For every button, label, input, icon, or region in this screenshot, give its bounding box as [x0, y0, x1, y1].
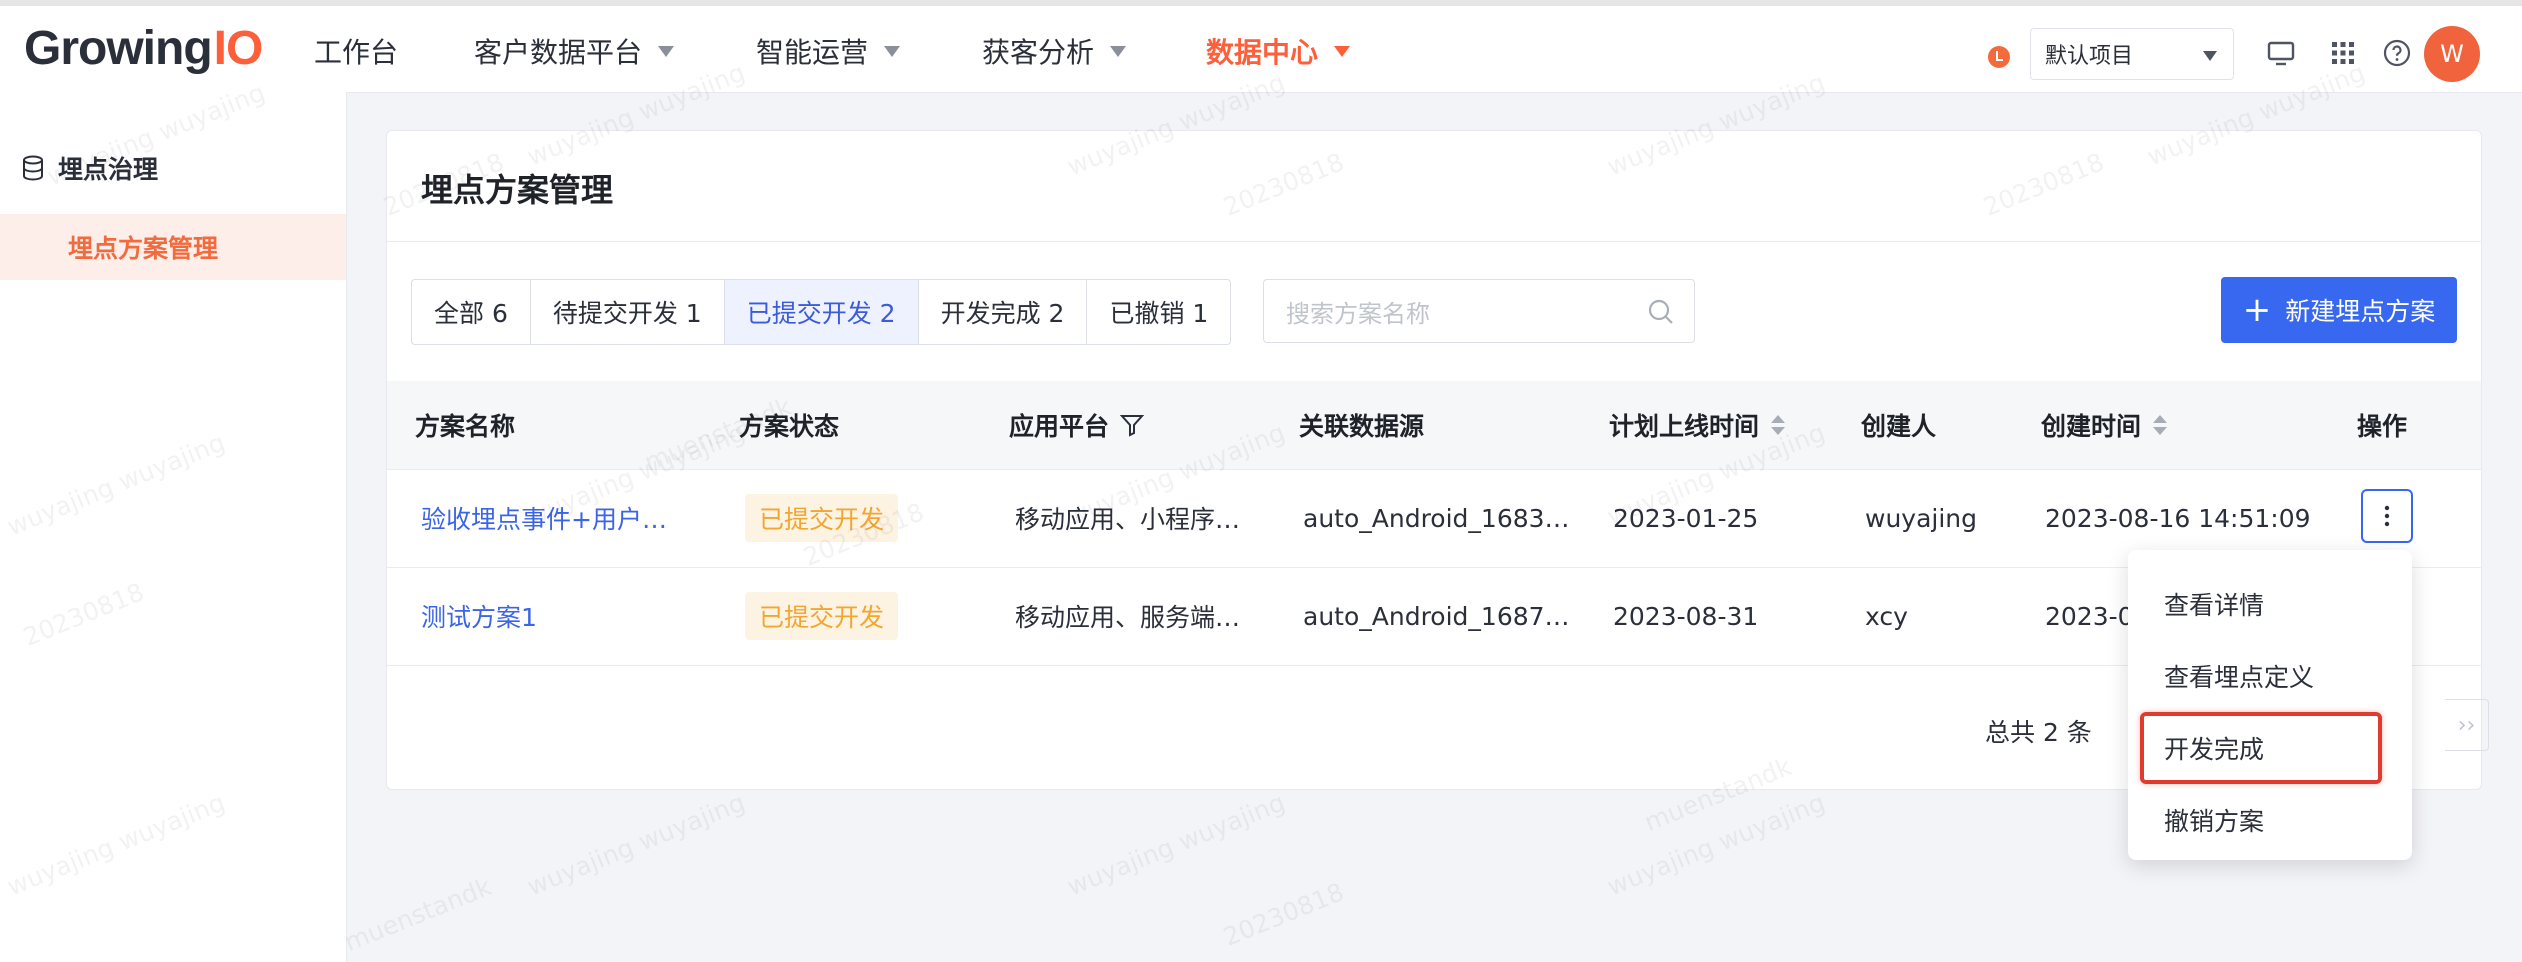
- avatar-letter: W: [2440, 40, 2464, 68]
- column-header-label: 方案状态: [739, 412, 840, 441]
- nav-item-acquisition[interactable]: 获客分析: [982, 28, 1127, 74]
- menu-item-view-definitions[interactable]: 查看埋点定义: [2128, 640, 2412, 712]
- column-header-source: 关联数据源: [1299, 381, 1424, 469]
- divider: [387, 241, 2481, 242]
- sort-icon[interactable]: [2153, 415, 2168, 435]
- project-select-value: 默认项目: [2045, 44, 2134, 69]
- status-cell: 已提交开发: [745, 469, 899, 567]
- tab-revoked[interactable]: 已撤销 1: [1087, 280, 1230, 344]
- column-header-label: 计划上线时间: [1609, 412, 1760, 441]
- column-header-status: 方案状态: [739, 381, 839, 469]
- caret-down-icon: [1334, 45, 1351, 57]
- column-header-label: 关联数据源: [1299, 412, 1425, 441]
- logo-accent-text: IO: [213, 21, 264, 75]
- nav-item-cdp[interactable]: 客户数据平台: [474, 28, 675, 74]
- new-plan-button-label: 新建埋点方案: [2285, 297, 2436, 326]
- creator-cell: xcy: [1865, 601, 1908, 631]
- watermark: wuyajing wuyajing: [1063, 787, 1289, 902]
- logo-text: Growing: [24, 21, 213, 75]
- plan-name-link[interactable]: 验收埋点事件+用户…: [421, 469, 667, 567]
- tab-all[interactable]: 全部 6: [412, 280, 531, 344]
- plan-name-link[interactable]: 测试方案1: [421, 567, 537, 665]
- caret-down-icon: [2203, 51, 2217, 61]
- project-status-icon: [1988, 46, 2010, 68]
- platform-cell: 移动应用、小程序…: [1015, 505, 1241, 534]
- chevron-right-icon: ››: [2457, 712, 2476, 738]
- total-count: 总共 2 条: [1985, 718, 2092, 747]
- monitor-icon[interactable]: [2266, 38, 2296, 68]
- nav-item-label: 获客分析: [982, 36, 1095, 69]
- pagination-next-button[interactable]: ››: [2445, 699, 2489, 751]
- column-header-label: 创建人: [1861, 412, 1937, 441]
- column-header-label: 操作: [2357, 412, 2408, 441]
- menu-item-view-details[interactable]: 查看详情: [2128, 568, 2412, 640]
- nav-item-label: 数据中心: [1206, 36, 1319, 69]
- top-nav-bar: Growing IO 工作台 客户数据平台 智能运营 获客分析 数据中心 默认项目…: [0, 0, 2522, 92]
- nav-item-workbench[interactable]: 工作台: [314, 28, 398, 74]
- action-dropdown-menu: 查看详情 查看埋点定义 开发完成 撤销方案: [2128, 550, 2412, 860]
- sidebar-item-plan-management[interactable]: 埋点方案管理: [0, 214, 346, 280]
- caret-down-icon: [1110, 45, 1127, 57]
- page-title: 埋点方案管理: [421, 171, 614, 209]
- status-cell: 已提交开发: [745, 567, 899, 665]
- growingio-logo[interactable]: Growing IO: [24, 21, 264, 75]
- more-actions-button[interactable]: [2361, 489, 2413, 543]
- column-header-name: 方案名称: [415, 381, 515, 469]
- nav-item-data-center[interactable]: 数据中心: [1206, 28, 1351, 74]
- caret-down-icon: [884, 45, 901, 57]
- sort-icon[interactable]: [1771, 415, 1786, 435]
- platform-cell: 移动应用、服务端…: [1015, 603, 1241, 632]
- watermark: wuyajing wuyajing: [1603, 787, 1829, 902]
- column-header-label: 创建时间: [2041, 412, 2142, 441]
- source-cell: auto_Android_1687…: [1303, 601, 1570, 631]
- column-header-plan-date[interactable]: 计划上线时间: [1609, 381, 1786, 469]
- project-select[interactable]: 默认项目: [2030, 28, 2234, 80]
- sidebar-group-tracking[interactable]: 埋点治理: [22, 148, 158, 188]
- database-icon: [23, 155, 43, 181]
- filter-icon[interactable]: [1119, 412, 1145, 438]
- plan-date-cell: 2023-08-31: [1613, 601, 1759, 631]
- caret-down-icon: [658, 45, 675, 57]
- creator-cell: wuyajing: [1865, 503, 1978, 533]
- search-input[interactable]: 搜索方案名称: [1263, 279, 1695, 343]
- tab-dev-complete[interactable]: 开发完成 2: [919, 280, 1088, 344]
- status-badge: 已提交开发: [745, 494, 899, 542]
- menu-item-revoke-plan[interactable]: 撤销方案: [2128, 784, 2412, 856]
- status-badge: 已提交开发: [745, 592, 899, 640]
- source-cell: auto_Android_1683…: [1303, 503, 1570, 533]
- sidebar: 埋点治理 埋点方案管理: [0, 92, 347, 962]
- nav-item-label: 智能运营: [756, 36, 869, 69]
- nav-item-operations[interactable]: 智能运营: [756, 28, 901, 74]
- column-header-actions: 操作: [2357, 381, 2407, 469]
- more-vertical-icon: [2384, 505, 2390, 527]
- sidebar-item-label: 埋点方案管理: [68, 234, 219, 263]
- sidebar-group-label: 埋点治理: [58, 155, 159, 184]
- watermark: 20230818: [1219, 877, 1349, 952]
- column-header-creator: 创建人: [1861, 381, 1936, 469]
- nav-item-label: 工作台: [314, 36, 399, 69]
- plus-icon: +: [2242, 290, 2272, 330]
- nav-item-label: 客户数据平台: [474, 36, 643, 69]
- column-header-created[interactable]: 创建时间: [2041, 381, 2168, 469]
- help-icon[interactable]: [2382, 38, 2412, 68]
- column-header-label: 方案名称: [415, 412, 516, 441]
- new-plan-button[interactable]: + 新建埋点方案: [2221, 277, 2457, 343]
- watermark: muenstandk: [340, 871, 496, 958]
- status-filter-tabs: 全部 6 待提交开发 1 已提交开发 2 开发完成 2 已撤销 1: [411, 279, 1232, 345]
- plan-date-cell: 2023-01-25: [1613, 503, 1759, 533]
- column-header-label: 应用平台: [1009, 412, 1110, 441]
- user-avatar[interactable]: W: [2424, 26, 2480, 82]
- apps-grid-icon[interactable]: [2328, 38, 2358, 68]
- tab-pending-submit[interactable]: 待提交开发 1: [531, 280, 725, 344]
- menu-item-dev-complete[interactable]: 开发完成: [2140, 712, 2382, 784]
- created-time-cell: 2023-0: [2045, 601, 2134, 631]
- search-icon[interactable]: [1646, 297, 1676, 327]
- column-header-platform: 应用平台: [1009, 381, 1145, 469]
- table-header: 方案名称 方案状态 应用平台 关联数据源 计划上线时间 创建人 创建时间 操作: [387, 381, 2481, 470]
- watermark: wuyajing wuyajing: [523, 787, 749, 902]
- tab-submitted[interactable]: 已提交开发 2: [724, 280, 919, 344]
- search-placeholder: 搜索方案名称: [1286, 299, 1430, 328]
